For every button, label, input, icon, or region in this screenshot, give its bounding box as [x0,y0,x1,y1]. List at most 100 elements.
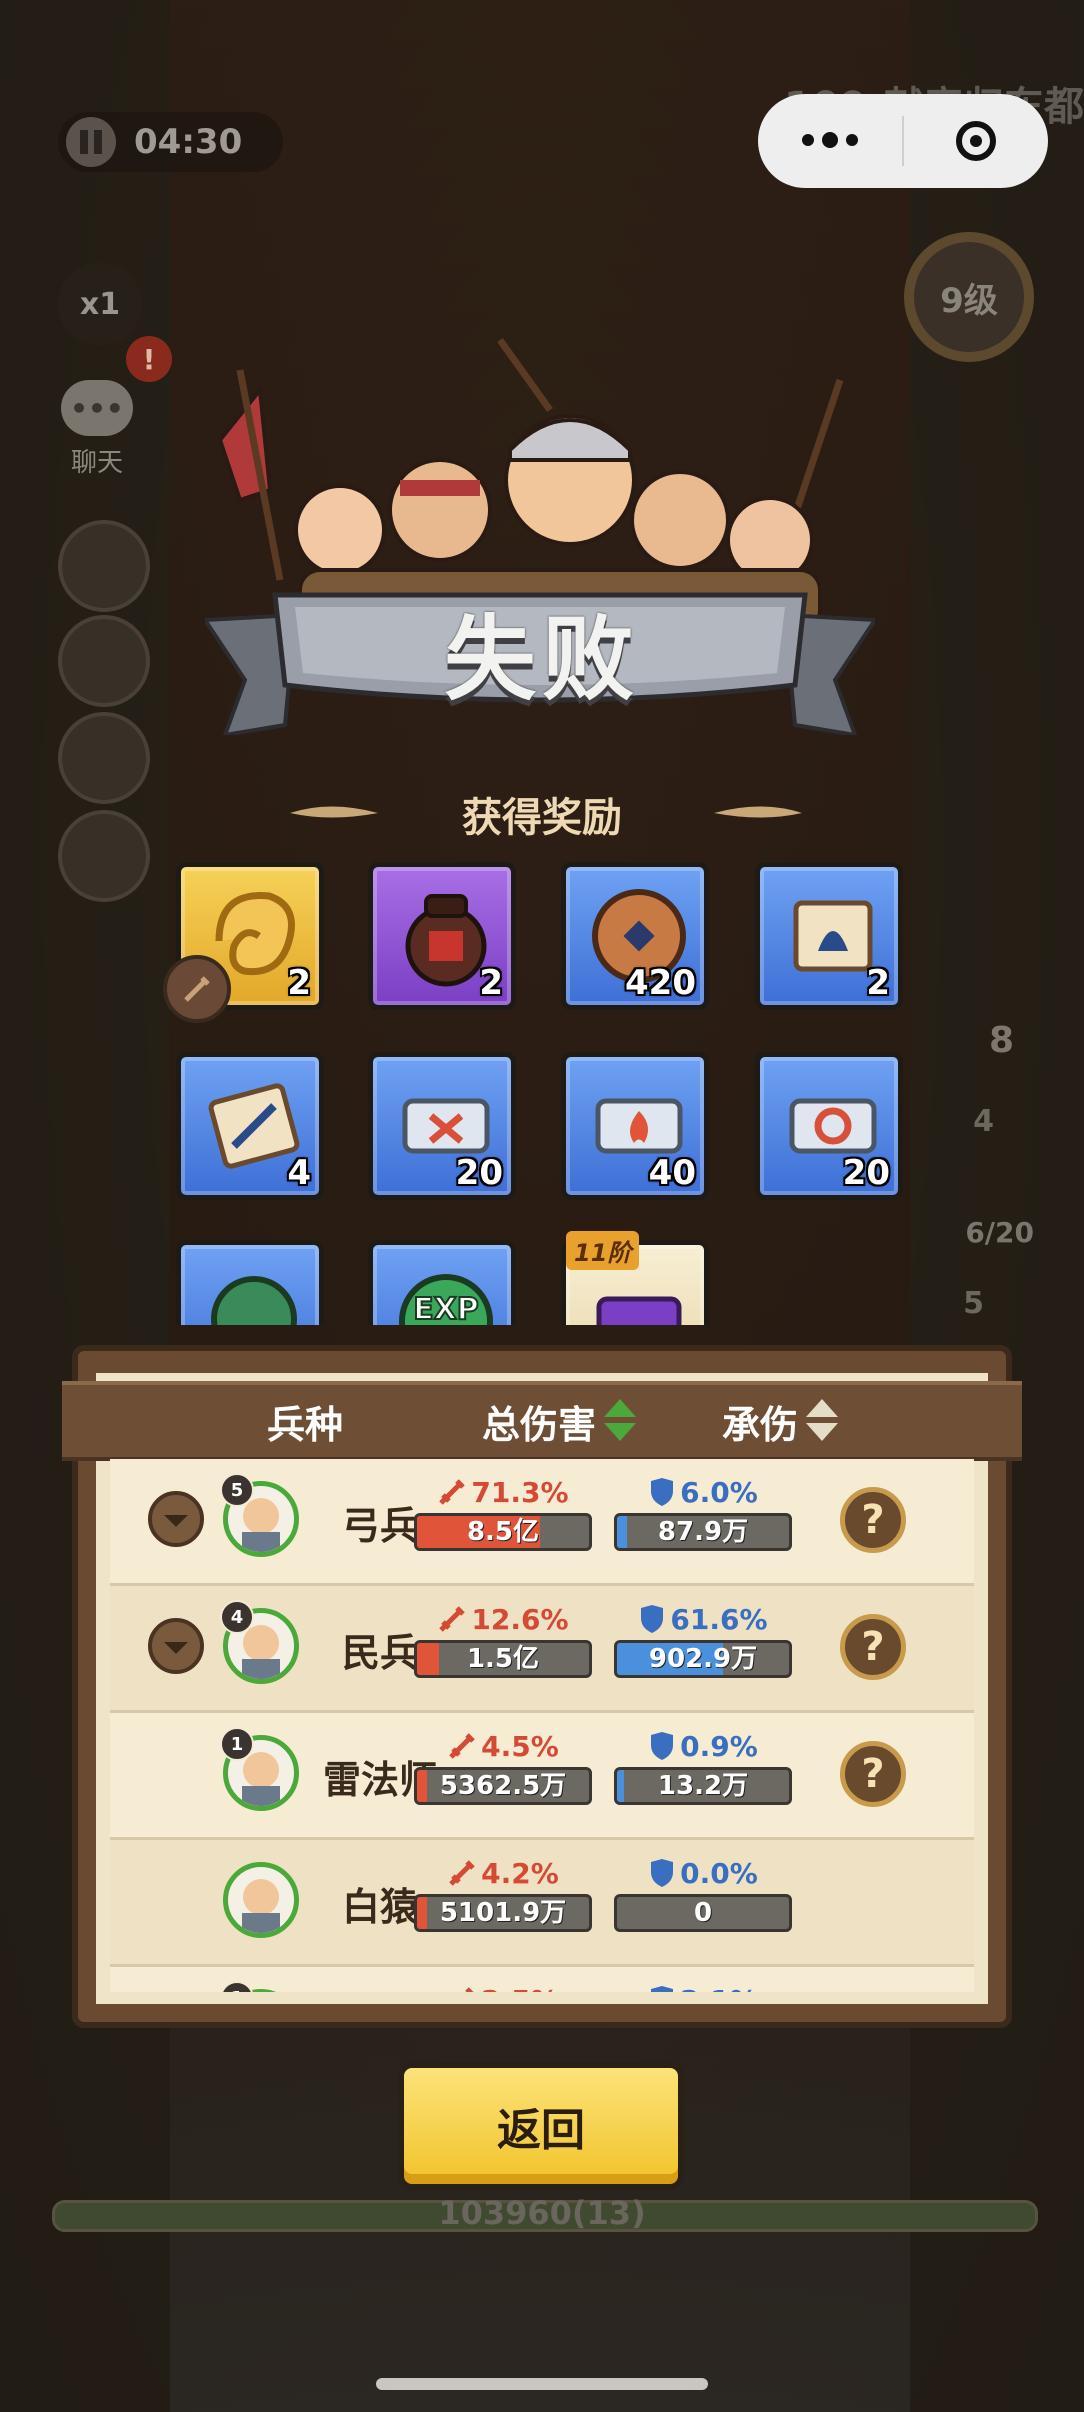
reward-item[interactable]: 40 [561,1052,709,1200]
taken-bar: 902.9万 [614,1640,792,1678]
pause-timer[interactable]: 04:30 [58,112,283,172]
reward-count: 40 [648,1153,696,1193]
taken-percent-text: 61.6% [670,1602,768,1636]
reward-item[interactable] [176,1240,324,1325]
damage-percent-text: 4.2% [481,1856,559,1890]
damage-stat: 12.6% 1.5亿 [414,1602,592,1678]
damage-percent: 4.5% [414,1729,592,1763]
expand-row-icon[interactable] [148,1491,204,1547]
shield-icon [651,1986,674,1992]
unit-stat-row: 1 雷法师 4.5% 5362.5万 0.9% 13.2万 ? [110,1713,974,1840]
unit-star-badge: 1 [220,1981,254,1992]
return-button[interactable]: 返回 [398,2062,684,2190]
troop-count: 6/20 [965,1216,1034,1249]
sort-damage-icon[interactable] [604,1397,637,1445]
reward-count: 20 [455,1153,503,1193]
reward-item[interactable]: 20 [755,1052,903,1200]
damage-stat: 4.2% 5101.9万 [414,1856,592,1932]
damage-stat: 4.5% 5362.5万 [414,1729,592,1805]
sword-icon [439,1606,466,1632]
reward-count: 2 [479,963,503,1003]
help-icon[interactable]: ? [840,1741,906,1807]
taken-value: 13.2万 [657,1771,749,1801]
pause-icon[interactable] [66,117,116,167]
reward-item[interactable]: 2 [163,862,324,1023]
chat-button[interactable]: ••• 聊天 [52,380,142,479]
col-damage-header[interactable]: 总伤害 [482,1394,637,1449]
wave-progress-text: 103960(13) [438,2194,646,2232]
expand-row-icon[interactable] [148,1618,204,1674]
taken-stat: 0.9% 13.2万 [614,1729,792,1805]
damage-percent: 71.3% [414,1475,592,1509]
unit-stat-row: 5 弓兵 71.3% 8.5亿 6.0% 87.9万 ? [110,1459,974,1586]
help-icon[interactable]: ? [840,1614,906,1680]
miniprogram-capsule [758,94,1048,188]
stats-rows[interactable]: 5 弓兵 71.3% 8.5亿 6.0% 87.9万 ? 4 民兵 12.6% … [110,1459,974,1992]
taken-stat: 2.1% [614,1983,792,1992]
more-icon[interactable] [758,132,902,148]
reward-item[interactable]: 11阶 [561,1231,709,1325]
damage-percent-text: 4.5% [481,1729,559,1763]
taken-percent: 61.6% [614,1602,792,1636]
reward-count: 2 [287,963,311,1003]
sword-badge-icon [163,955,231,1023]
shield-icon [641,1605,664,1633]
help-icon[interactable]: ? [840,1487,906,1553]
unit-stat-row: 4 民兵 12.6% 1.5亿 61.6% 902.9万 ? [110,1586,974,1713]
sort-taken-icon[interactable] [806,1397,839,1445]
shield-icon [651,1478,674,1506]
result-title: 失败 [443,606,640,713]
speed-button[interactable]: x1 [58,262,142,346]
timer-text: 04:30 [134,122,243,162]
taken-percent-text: 2.1% [680,1984,758,1993]
chat-bubble-icon: ••• [61,380,133,436]
reward-item[interactable]: 2 [755,862,903,1010]
damage-bar: 1.5亿 [414,1640,592,1678]
alert-icon[interactable]: ! [126,336,172,382]
damage-percent: 12.6% [414,1602,592,1636]
reward-count: 20 [842,1153,890,1193]
taken-bar: 0 [614,1894,792,1932]
stats-header: 兵种 总伤害 承伤 [62,1381,1022,1461]
taken-bar: 87.9万 [614,1513,792,1551]
battle-stats-panel: 兵种 总伤害 承伤 5 弓兵 71.3% 8.5亿 6.0% 87.9万 ? 4… [62,1345,1022,2028]
reward-item[interactable]: 20 [368,1052,516,1200]
unit-stat-row: 白猿 4.2% 5101.9万 0.0% 0 [110,1840,974,1967]
unit-star-badge: 4 [220,1600,254,1634]
taken-stat: 6.0% 87.9万 [614,1475,792,1551]
unit-star-badge: 5 [220,1473,254,1507]
col-taken-label: 承伤 [722,1402,799,1447]
sword-icon [449,1733,475,1759]
reward-item[interactable]: 420 [561,862,709,1010]
reward-row-partial: EXP 11阶 [160,1230,920,1325]
reward-item[interactable]: 2 [368,862,516,1010]
damage-value: 8.5亿 [466,1517,540,1547]
taken-value: 902.9万 [648,1644,758,1674]
rewards-title: 获得奖励 [462,795,622,841]
exp-orb-icon: EXP [399,1274,493,1325]
sword-icon [465,1987,474,1992]
damage-value: 5101.9万 [439,1898,567,1928]
taken-percent-text: 0.0% [680,1856,758,1890]
damage-stat: 2.5% [414,1983,592,1992]
damage-percent-text: 71.3% [471,1475,569,1509]
chat-label: 聊天 [70,448,123,478]
taken-percent: 6.0% [614,1475,792,1509]
taken-percent: 0.9% [614,1729,792,1763]
svg-text:EXP: EXP [413,1292,479,1325]
reward-item[interactable]: 4 [176,1052,324,1200]
side-count-a: 4 [973,1104,994,1139]
tier-badge: 11阶 [566,1231,640,1270]
taken-value: 87.9万 [657,1517,749,1547]
taken-percent-text: 6.0% [680,1475,758,1509]
col-unit-header: 兵种 [267,1402,344,1447]
taken-bar: 13.2万 [614,1767,792,1805]
damage-percent-text: 2.5% [481,1984,559,1993]
grade-ring[interactable]: 9级 [904,232,1034,362]
col-taken-header[interactable]: 承伤 [722,1394,839,1449]
jade-horn-icon [211,1276,297,1325]
reward-item[interactable]: EXP [368,1240,516,1325]
damage-percent: 4.2% [414,1856,592,1890]
home-indicator[interactable] [376,2378,708,2390]
close-miniprogram-icon[interactable] [904,121,1048,161]
